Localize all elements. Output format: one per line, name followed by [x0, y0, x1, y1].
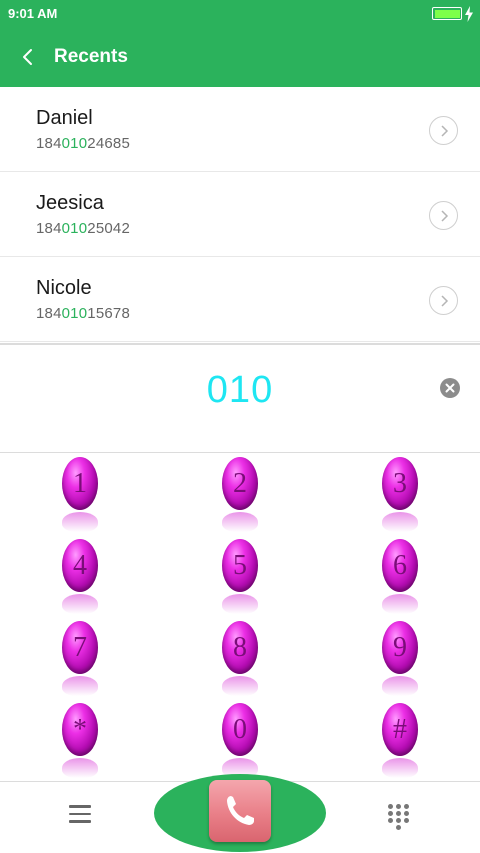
key-label: 2 [233, 468, 247, 499]
recent-call-row[interactable]: Daniel 18401024685 [0, 87, 480, 172]
key-7[interactable]: 7 [40, 617, 120, 699]
dial-keypad: 1 2 3 4 5 6 7 8 9 * 0 # [0, 453, 480, 781]
contact-name: Daniel [36, 107, 93, 129]
chevron-left-icon[interactable] [18, 47, 38, 67]
key-5[interactable]: 5 [200, 535, 280, 617]
dial-display: 010 [0, 345, 480, 452]
key-0[interactable]: 0 [200, 699, 280, 781]
key-6[interactable]: 6 [360, 535, 440, 617]
contact-detail-button[interactable] [429, 286, 458, 315]
clear-icon[interactable] [440, 378, 460, 398]
number-match-highlight: 010 [61, 135, 88, 152]
key-label: 1 [73, 468, 87, 499]
key-label: 6 [393, 550, 407, 581]
key-9[interactable]: 9 [360, 617, 440, 699]
contact-detail-button[interactable] [429, 201, 458, 230]
key-3[interactable]: 3 [360, 453, 440, 535]
key-label: 5 [233, 550, 247, 581]
key-label: # [393, 714, 407, 745]
number-match-highlight: 010 [61, 305, 88, 322]
recents-list: Daniel 18401024685 Jeesica 18401025042 N… [0, 87, 480, 342]
call-button-face [209, 780, 271, 842]
key-2[interactable]: 2 [200, 453, 280, 535]
key-label: 7 [73, 632, 87, 663]
chevron-right-icon [441, 210, 449, 222]
key-star[interactable]: * [40, 699, 120, 781]
contact-name: Jeesica [36, 192, 104, 214]
contact-name: Nicole [36, 277, 92, 299]
contact-number: 18401015678 [36, 305, 130, 322]
phone-icon [227, 796, 254, 825]
status-time: 9:01 AM [8, 6, 58, 21]
contact-detail-button[interactable] [429, 116, 458, 145]
dialpad-icon[interactable] [388, 804, 410, 830]
key-label: 9 [393, 632, 407, 663]
contact-number: 18401025042 [36, 220, 130, 237]
key-label: 3 [393, 468, 407, 499]
key-8[interactable]: 8 [200, 617, 280, 699]
key-label: 0 [233, 714, 247, 745]
battery-icon [432, 7, 462, 20]
charging-icon [465, 6, 473, 22]
key-hash[interactable]: # [360, 699, 440, 781]
dialed-number[interactable]: 010 [0, 369, 480, 412]
recent-call-row[interactable]: Jeesica 18401025042 [0, 172, 480, 257]
recent-call-row[interactable]: Nicole 18401015678 [0, 257, 480, 342]
chevron-right-icon [441, 125, 449, 137]
contact-number: 18401024685 [36, 135, 130, 152]
page-title: Recents [54, 46, 128, 67]
number-match-highlight: 010 [61, 220, 88, 237]
key-1[interactable]: 1 [40, 453, 120, 535]
key-4[interactable]: 4 [40, 535, 120, 617]
status-bar: 9:01 AM [0, 0, 480, 27]
key-label: 8 [233, 632, 247, 663]
app-header: Recents [0, 27, 480, 87]
call-button[interactable] [154, 774, 326, 852]
key-label: 4 [73, 550, 87, 581]
key-label: * [73, 714, 87, 745]
bottom-bar [0, 774, 480, 853]
menu-icon[interactable] [69, 805, 91, 825]
chevron-right-icon [441, 295, 449, 307]
